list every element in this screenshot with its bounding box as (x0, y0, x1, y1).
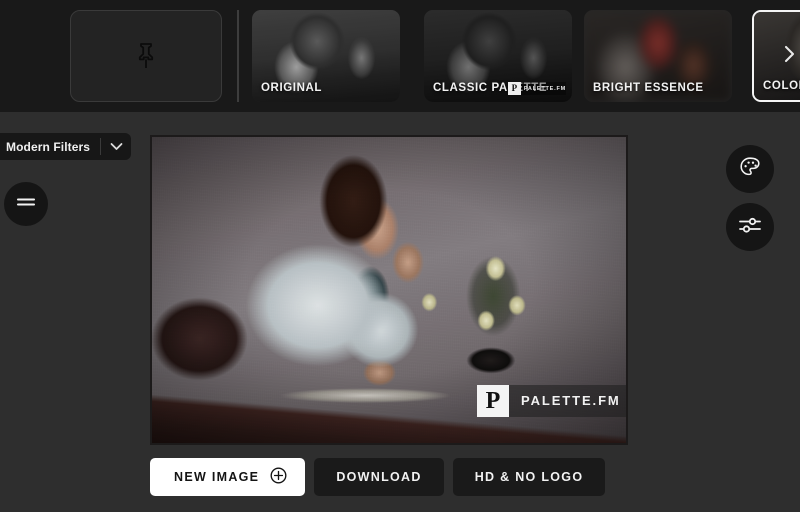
chevron-down-icon (105, 142, 127, 151)
filmstrip-thumb-bright-essence[interactable]: BRIGHT ESSENCE (584, 10, 732, 102)
filter-category-select[interactable]: Modern Filters (0, 133, 132, 160)
hamburger-menu-icon (16, 195, 36, 214)
filmstrip-thumb-label: ORIGINAL (261, 82, 323, 94)
chevron-right-icon (783, 44, 796, 69)
filmstrip: ORIGINAL CLASSIC PALETTE P PALETTE.FM BR… (0, 0, 800, 112)
palette-button[interactable] (726, 145, 774, 193)
sliders-icon (737, 214, 763, 241)
adjustments-button[interactable] (726, 203, 774, 251)
watermark-text: PALETTE.FM (523, 85, 566, 92)
new-image-button[interactable]: NEW IMAGE (150, 458, 306, 496)
thumb-watermark: P PALETTE.FM (507, 82, 566, 95)
action-bar: NEW IMAGE DOWNLOAD HD & NO LOGO (150, 458, 606, 496)
watermark-mark: P (477, 385, 509, 417)
hd-no-logo-label: HD & NO LOGO (474, 470, 584, 484)
filter-category-value: Modern Filters (6, 139, 91, 154)
watermark-text: PALETTE.FM (509, 385, 626, 417)
download-label: DOWNLOAD (336, 470, 422, 484)
canvas-watermark: P PALETTE.FM (477, 385, 626, 417)
select-divider (100, 138, 102, 155)
palette-icon (738, 155, 762, 184)
new-image-label: NEW IMAGE (174, 470, 260, 484)
image-canvas[interactable]: P PALETTE.FM (150, 135, 628, 445)
filmstrip-thumb-label: COLOR (763, 80, 800, 92)
menu-button[interactable] (4, 182, 48, 226)
hd-no-logo-button[interactable]: HD & NO LOGO (452, 458, 606, 496)
filmstrip-thumb-classic-palette[interactable]: CLASSIC PALETTE P PALETTE.FM (424, 10, 572, 102)
pushpin-icon (135, 42, 157, 70)
plus-circle-icon (270, 467, 287, 487)
filmstrip-next-button[interactable] (780, 44, 798, 68)
filmstrip-thumb-label: BRIGHT ESSENCE (593, 82, 704, 94)
pin-tile-button[interactable] (70, 10, 222, 102)
filmstrip-thumb-original[interactable]: ORIGINAL (252, 10, 400, 102)
watermark-mark: P (507, 82, 521, 95)
filmstrip-divider (237, 10, 239, 102)
download-button[interactable]: DOWNLOAD (314, 458, 444, 496)
